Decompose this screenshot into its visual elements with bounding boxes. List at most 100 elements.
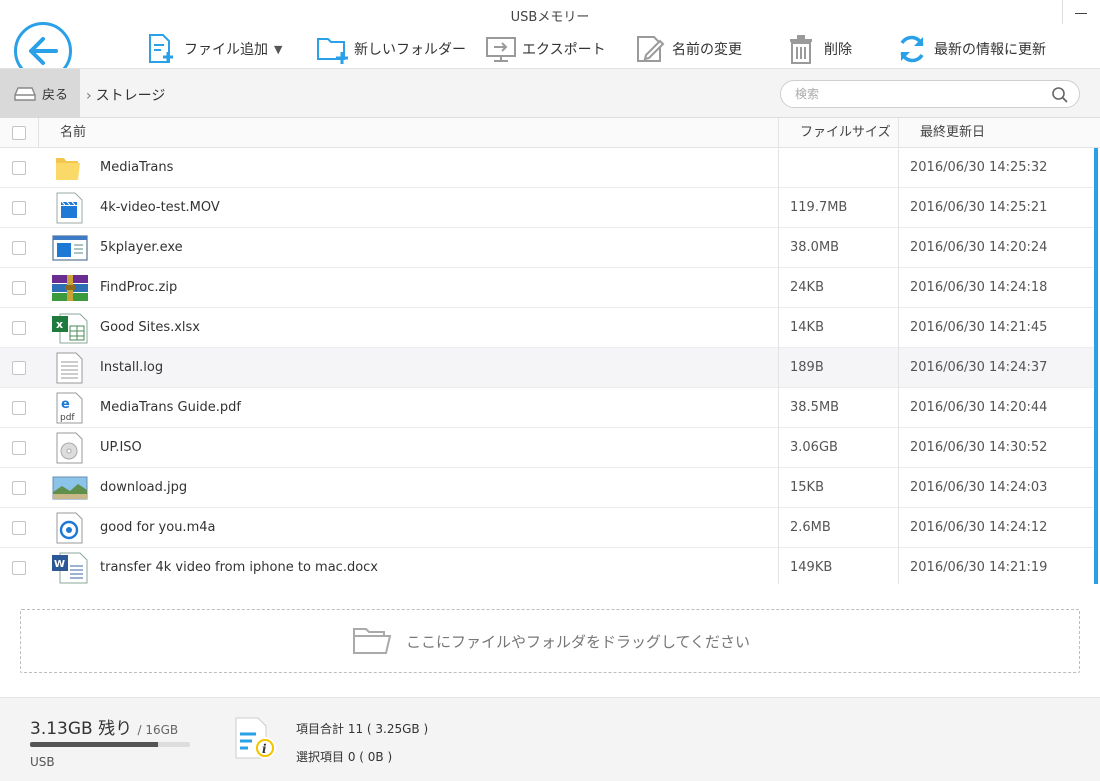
audio-file-icon bbox=[56, 512, 83, 544]
folder-outline-icon bbox=[352, 628, 392, 654]
row-checkbox[interactable] bbox=[12, 321, 26, 335]
file-date: 2016/06/30 14:25:32 bbox=[910, 160, 1048, 175]
trash-icon bbox=[786, 33, 820, 65]
chevron-down-icon: ▼ bbox=[274, 42, 283, 56]
file-date: 2016/06/30 14:30:52 bbox=[910, 440, 1048, 455]
rename-label: 名前の変更 bbox=[672, 42, 742, 58]
delete-label: 削除 bbox=[824, 42, 852, 58]
file-size: 24KB bbox=[790, 280, 824, 295]
items-selected: 選択項目 0 ( 0B ) bbox=[296, 750, 393, 764]
refresh-button[interactable]: 最新の情報に更新 bbox=[896, 32, 1046, 66]
video-file-icon bbox=[56, 192, 83, 224]
export-label: エクスポート bbox=[522, 42, 606, 58]
rename-button[interactable]: 名前の変更 bbox=[634, 32, 742, 66]
add-file-button[interactable]: ファイル追加 ▼ bbox=[146, 32, 282, 66]
file-date: 2016/06/30 14:24:18 bbox=[910, 280, 1048, 295]
column-divider bbox=[38, 118, 39, 148]
file-date: 2016/06/30 14:21:45 bbox=[910, 320, 1048, 335]
app-window: USBメモリー ファイル追加 ▼ 新しいフォルダー エクスポート 名前の変更 削… bbox=[0, 0, 1100, 781]
row-checkbox[interactable] bbox=[12, 241, 26, 255]
table-row[interactable]: W transfer 4k video from iphone to mac.d… bbox=[0, 548, 1094, 584]
file-size: 15KB bbox=[790, 480, 824, 495]
search-input[interactable] bbox=[795, 85, 1035, 103]
row-checkbox[interactable] bbox=[12, 361, 26, 375]
chevron-right-icon: › bbox=[86, 88, 92, 104]
file-size: 2.6MB bbox=[790, 520, 831, 535]
row-checkbox[interactable] bbox=[12, 561, 26, 575]
add-file-label: ファイル追加 bbox=[184, 42, 268, 58]
table-row[interactable]: Install.log 189B 2016/06/30 14:24:37 bbox=[0, 348, 1094, 388]
row-checkbox[interactable] bbox=[12, 481, 26, 495]
refresh-icon bbox=[896, 33, 930, 65]
new-folder-button[interactable]: 新しいフォルダー bbox=[316, 32, 466, 66]
storage-total: / 16GB bbox=[137, 723, 179, 737]
column-header-modified[interactable]: 最終更新日 bbox=[920, 118, 985, 148]
file-name: Good Sites.xlsx bbox=[100, 320, 201, 335]
table-row[interactable]: x Good Sites.xlsx 14KB 2016/06/30 14:21:… bbox=[0, 308, 1094, 348]
file-name: FindProc.zip bbox=[100, 280, 178, 295]
file-date: 2016/06/30 14:24:12 bbox=[910, 520, 1048, 535]
file-date: 2016/06/30 14:25:21 bbox=[910, 200, 1048, 215]
select-all-checkbox[interactable] bbox=[12, 126, 26, 140]
delete-button[interactable]: 削除 bbox=[786, 32, 852, 66]
table-row[interactable]: e pdf MediaTrans Guide.pdf 38.5MB 2016/0… bbox=[0, 388, 1094, 428]
device-name: USB bbox=[30, 755, 55, 769]
table-header: 名前 ファイルサイズ 最終更新日 bbox=[0, 118, 1100, 148]
export-icon bbox=[484, 33, 518, 65]
word-file-icon: W bbox=[52, 552, 88, 584]
breadcrumb-storage: ストレージ bbox=[95, 88, 166, 104]
table-row[interactable]: MediaTrans 2016/06/30 14:25:32 bbox=[0, 148, 1094, 188]
row-checkbox[interactable] bbox=[12, 201, 26, 215]
row-checkbox[interactable] bbox=[12, 401, 26, 415]
items-total: 項目合計 11 ( 3.25GB ) bbox=[296, 722, 429, 736]
drop-zone-label: ここにファイルやフォルダをドラッグしてください bbox=[405, 632, 751, 651]
storage-usage-bar bbox=[30, 742, 190, 747]
table-row[interactable]: good for you.m4a 2.6MB 2016/06/30 14:24:… bbox=[0, 508, 1094, 548]
file-date: 2016/06/30 14:20:44 bbox=[910, 400, 1048, 415]
minimize-button[interactable] bbox=[1075, 13, 1087, 14]
svg-text:i: i bbox=[262, 742, 267, 756]
table-row[interactable]: 5kplayer.exe 38.0MB 2016/06/30 14:20:24 bbox=[0, 228, 1094, 268]
refresh-label: 最新の情報に更新 bbox=[934, 42, 1046, 58]
column-header-size[interactable]: ファイルサイズ bbox=[800, 118, 891, 148]
column-divider bbox=[778, 118, 779, 148]
rename-icon bbox=[634, 33, 668, 65]
breadcrumb[interactable]: › ストレージ bbox=[86, 85, 165, 105]
text-file-icon bbox=[56, 352, 83, 384]
file-date: 2016/06/30 14:24:37 bbox=[910, 360, 1048, 375]
window-title: USBメモリー bbox=[510, 10, 590, 25]
file-size: 3.06GB bbox=[790, 440, 838, 455]
drop-zone[interactable]: ここにファイルやフォルダをドラッグしてください bbox=[20, 609, 1080, 673]
arrow-left-icon bbox=[29, 37, 58, 65]
back-button[interactable]: 戻る bbox=[0, 69, 80, 118]
storage-free-value: 3.13GB 残り bbox=[30, 719, 133, 739]
folder-icon bbox=[56, 158, 80, 180]
table-row[interactable]: 4k-video-test.MOV 119.7MB 2016/06/30 14:… bbox=[0, 188, 1094, 228]
scrollbar[interactable] bbox=[1094, 148, 1098, 584]
table-row[interactable]: download.jpg 15KB 2016/06/30 14:24:03 bbox=[0, 468, 1094, 508]
row-checkbox[interactable] bbox=[12, 161, 26, 175]
new-folder-label: 新しいフォルダー bbox=[354, 42, 466, 58]
row-checkbox[interactable] bbox=[12, 521, 26, 535]
table-row[interactable]: UP.ISO 3.06GB 2016/06/30 14:30:52 bbox=[0, 428, 1094, 468]
zip-file-icon bbox=[52, 275, 88, 301]
info-document-icon: i bbox=[235, 717, 276, 759]
file-size: 14KB bbox=[790, 320, 824, 335]
row-checkbox[interactable] bbox=[12, 281, 26, 295]
iso-file-icon bbox=[56, 432, 83, 464]
file-size: 38.5MB bbox=[790, 400, 840, 415]
svg-text:pdf: pdf bbox=[60, 413, 75, 423]
table-row[interactable]: FindProc.zip 24KB 2016/06/30 14:24:18 bbox=[0, 268, 1094, 308]
file-date: 2016/06/30 14:21:19 bbox=[910, 560, 1048, 575]
file-date: 2016/06/30 14:20:24 bbox=[910, 240, 1048, 255]
search-icon[interactable] bbox=[1051, 86, 1069, 104]
svg-text:x: x bbox=[56, 318, 63, 331]
export-button[interactable]: エクスポート bbox=[484, 32, 606, 66]
row-checkbox[interactable] bbox=[12, 441, 26, 455]
file-size: 119.7MB bbox=[790, 200, 848, 215]
column-divider bbox=[778, 148, 779, 584]
file-name: 4k-video-test.MOV bbox=[100, 200, 220, 215]
column-header-name[interactable]: 名前 bbox=[60, 118, 86, 148]
navigation-bar: 戻る › ストレージ bbox=[0, 68, 1100, 118]
file-name: 5kplayer.exe bbox=[100, 240, 183, 255]
